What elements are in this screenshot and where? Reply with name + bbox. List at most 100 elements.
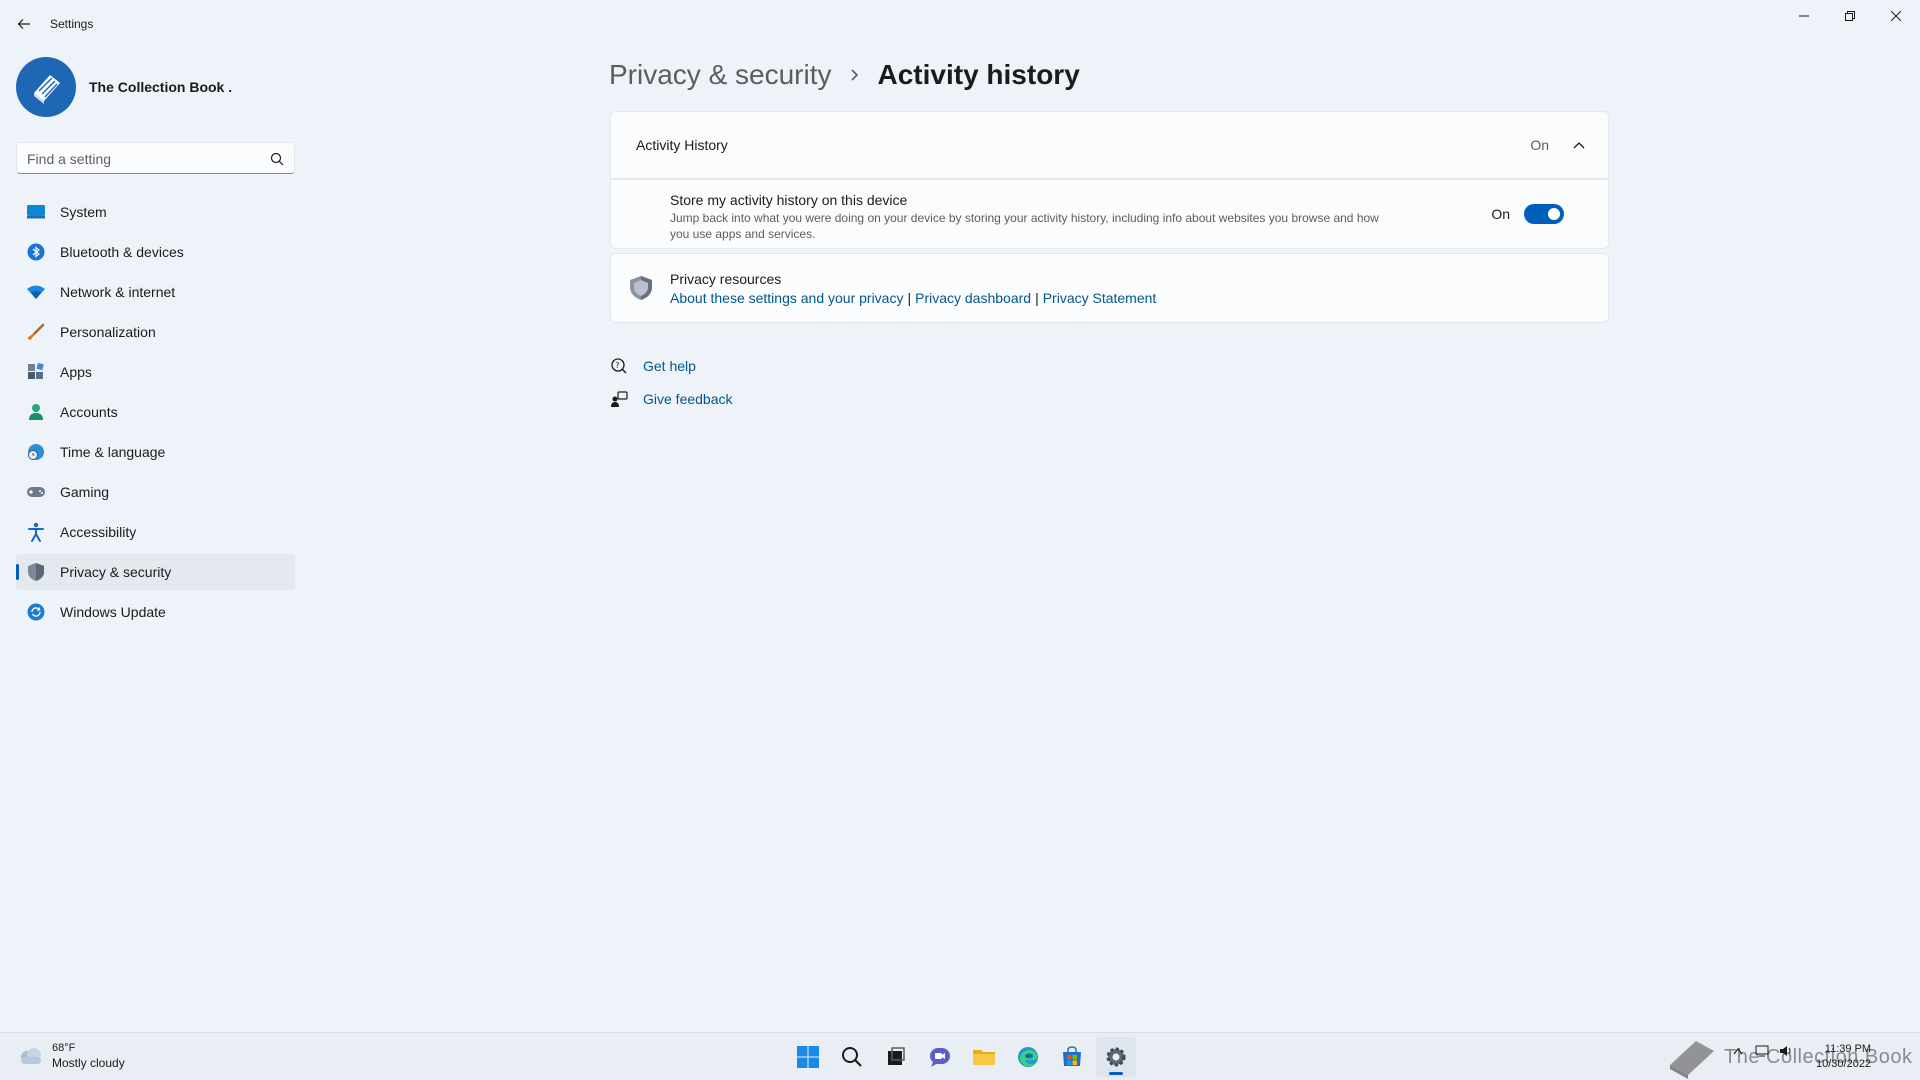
sidebar-item-windows-update[interactable]: Windows Update: [16, 594, 295, 630]
sidebar-item-label: Apps: [60, 364, 92, 380]
back-arrow-icon: [17, 19, 30, 29]
person-icon: [26, 402, 46, 422]
restore-icon: [1845, 11, 1855, 21]
link-separator: |: [1035, 290, 1039, 306]
back-button[interactable]: [12, 12, 36, 36]
get-help-link[interactable]: Get help: [643, 358, 696, 374]
chevron-up-icon[interactable]: [1730, 1043, 1746, 1059]
app-title: Settings: [50, 17, 94, 31]
breadcrumb-parent-link[interactable]: Privacy & security: [609, 59, 832, 91]
taskbar: 68°F Mostly cloudy The Collection Book 1…: [0, 1032, 1920, 1080]
sidebar-item-label: Time & language: [60, 444, 166, 460]
clock-time: 11:39 PM: [1824, 1043, 1872, 1055]
give-feedback-row[interactable]: Give feedback: [610, 388, 733, 410]
about-settings-privacy-link[interactable]: About these settings and your privacy: [670, 290, 903, 306]
clock-date: 10/30/2022: [1816, 1058, 1872, 1070]
toggle-knob: [1548, 208, 1560, 220]
windows-logo-icon: [797, 1046, 819, 1068]
sidebar-item-label: Accessibility: [60, 524, 137, 540]
sidebar-item-label: Windows Update: [60, 604, 166, 620]
teams-chat-button[interactable]: [920, 1037, 960, 1077]
sidebar-item-time-language[interactable]: Time & language: [16, 434, 295, 470]
store-activity-setting: Store my activity history on this device…: [610, 179, 1609, 249]
minimize-button[interactable]: [1781, 0, 1827, 32]
weather-temperature: 68°F: [52, 1042, 76, 1054]
breadcrumb: Privacy & security Activity history: [609, 53, 1080, 97]
sidebar-item-accessibility[interactable]: Accessibility: [16, 514, 295, 550]
give-feedback-link[interactable]: Give feedback: [643, 391, 733, 407]
sidebar-item-label: Accounts: [60, 404, 118, 420]
monitor-icon: [26, 202, 46, 222]
cloud-icon: [21, 1048, 41, 1064]
link-separator: |: [907, 290, 912, 306]
globe-clock-icon: [26, 442, 46, 462]
task-view-button[interactable]: [876, 1037, 916, 1077]
minimize-icon: [1799, 15, 1809, 17]
store-icon: [1063, 1046, 1081, 1066]
sidebar-item-gaming[interactable]: Gaming: [16, 474, 295, 510]
get-help-row[interactable]: ? Get help: [610, 355, 696, 377]
taskbar-search-button[interactable]: [832, 1037, 872, 1077]
gamepad-icon: [26, 482, 46, 502]
volume-icon[interactable]: [1778, 1043, 1794, 1059]
sidebar-item-network-internet[interactable]: Network & internet: [16, 274, 295, 310]
update-icon: [26, 602, 46, 622]
sidebar-item-bluetooth-devices[interactable]: Bluetooth & devices: [16, 234, 295, 270]
sidebar-item-label: Network & internet: [60, 284, 176, 300]
resources-title: Privacy resources: [670, 271, 782, 287]
wifi-icon: [26, 282, 46, 302]
system-tray: [1730, 1043, 1802, 1059]
brush-icon: [26, 322, 46, 342]
search-input[interactable]: [27, 149, 257, 169]
user-profile[interactable]: The Collection Book .: [16, 57, 232, 117]
store-activity-toggle[interactable]: [1524, 204, 1564, 224]
microsoft-store-button[interactable]: [1052, 1037, 1092, 1077]
shield-icon: [630, 276, 652, 300]
avatar: [16, 57, 76, 117]
feedback-icon: [610, 390, 628, 408]
activity-history-expander[interactable]: Activity History On: [610, 111, 1609, 179]
sidebar-item-label: Bluetooth & devices: [60, 244, 184, 260]
sidebar-item-accounts[interactable]: Accounts: [16, 394, 295, 430]
toggle-state-label: On: [1491, 206, 1510, 222]
close-icon: [1891, 11, 1901, 21]
search-box[interactable]: [16, 142, 295, 174]
privacy-dashboard-link[interactable]: Privacy dashboard: [915, 290, 1031, 306]
chevron-up-icon[interactable]: [1572, 138, 1586, 152]
svg-text:?: ?: [615, 361, 619, 370]
weather-widget[interactable]: 68°F Mostly cloudy: [18, 1041, 125, 1071]
sidebar-item-label: System: [60, 204, 107, 220]
page-title: Activity history: [877, 59, 1080, 90]
restore-button[interactable]: [1827, 0, 1873, 32]
sidebar-item-privacy-security[interactable]: Privacy & security: [16, 554, 295, 590]
file-explorer-button[interactable]: [964, 1037, 1004, 1077]
network-icon[interactable]: [1754, 1043, 1770, 1059]
close-button[interactable]: [1873, 0, 1919, 32]
gear-icon: [1106, 1047, 1126, 1067]
taskbar-apps: [786, 1037, 1138, 1077]
clock[interactable]: 11:39 PM 10/30/2022: [1816, 1042, 1871, 1072]
sidebar-item-system[interactable]: System: [16, 194, 295, 230]
setting-title: Store my activity history on this device: [670, 192, 908, 208]
sidebar-item-label: Personalization: [60, 324, 156, 340]
folder-icon: [973, 1050, 995, 1065]
setting-description: Jump back into what you were doing on yo…: [670, 211, 1379, 241]
chevron-right-icon: [850, 68, 860, 82]
search-icon: [842, 1047, 862, 1067]
search-icon[interactable]: [270, 152, 284, 166]
privacy-statement-link[interactable]: Privacy Statement: [1043, 290, 1157, 306]
help-chat-icon: ?: [610, 357, 628, 375]
edge-icon: [1018, 1047, 1038, 1067]
profile-name: The Collection Book .: [89, 79, 233, 95]
expander-state: On: [1530, 137, 1549, 153]
settings-app-button[interactable]: [1096, 1037, 1136, 1077]
resources-links: About these settings and your privacy | Pr…: [670, 290, 1156, 306]
expander-title: Activity History: [636, 137, 728, 153]
start-button[interactable]: [788, 1037, 828, 1077]
task-view-icon: [888, 1047, 905, 1065]
sidebar-item-personalization[interactable]: Personalization: [16, 314, 295, 350]
edge-browser-button[interactable]: [1008, 1037, 1048, 1077]
sidebar-item-label: Privacy & security: [60, 564, 172, 580]
book-icon: [1670, 1041, 1714, 1079]
sidebar-item-apps[interactable]: Apps: [16, 354, 295, 390]
